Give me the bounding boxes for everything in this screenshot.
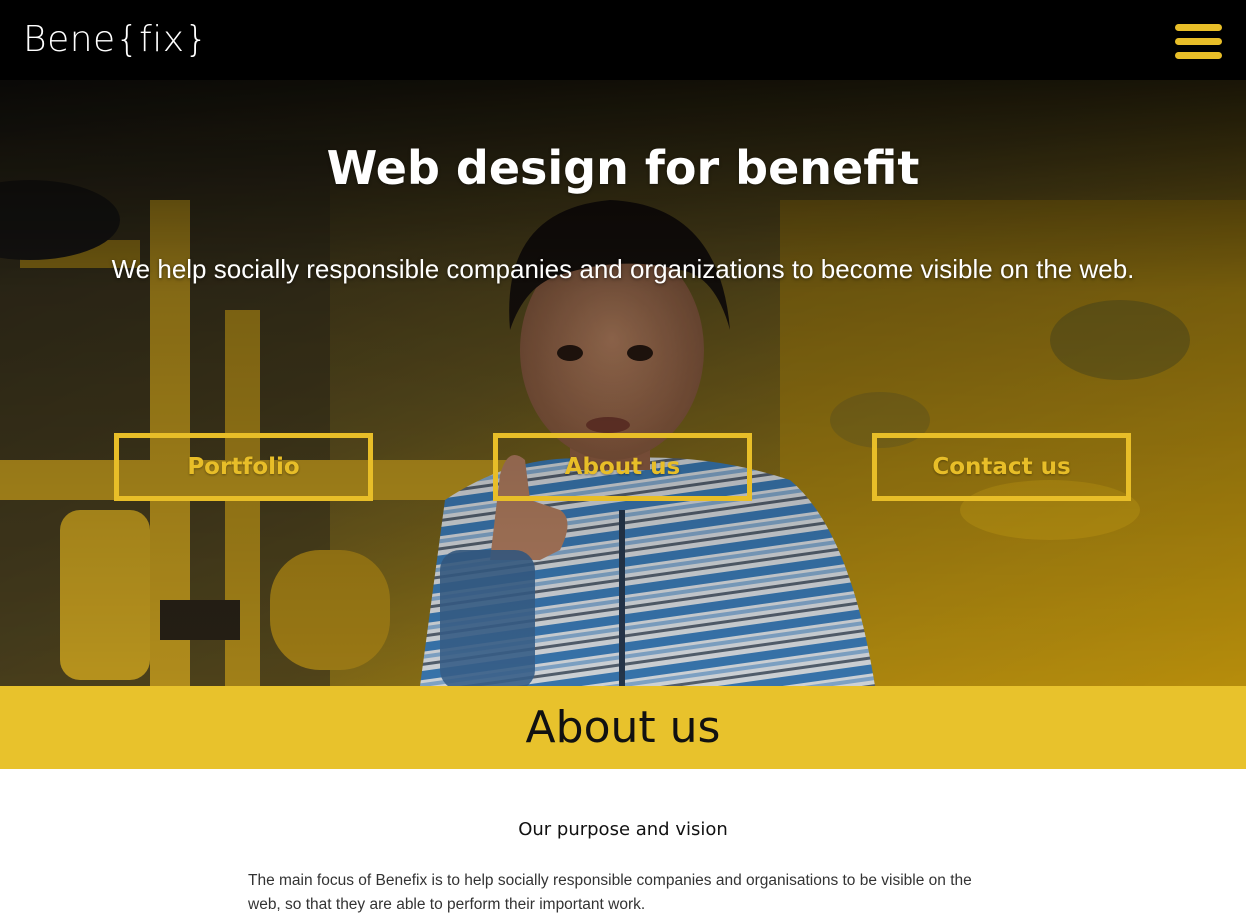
hamburger-bar [1175,24,1222,31]
about-section-header: About us [0,686,1246,769]
about-content: Our purpose and vision The main focus of… [0,769,1246,922]
contact-us-button[interactable]: Contact us [872,433,1131,501]
about-paragraph: The main focus of Benefix is to help soc… [248,872,972,913]
hamburger-menu-icon[interactable] [1175,24,1222,59]
hero-section: Web design for benefit We help socially … [0,80,1246,686]
site-header: Bene{fix} [0,0,1246,80]
site-logo[interactable]: Bene{fix} [23,16,208,64]
hamburger-bar [1175,52,1222,59]
hamburger-bar [1175,38,1222,45]
about-heading: About us [525,702,721,753]
about-us-button[interactable]: About us [493,433,752,501]
hero-title: Web design for benefit [326,141,920,195]
hero-subtitle: We help socially responsible companies a… [111,254,1135,284]
purpose-subheading: Our purpose and vision [518,819,728,840]
portfolio-button[interactable]: Portfolio [114,433,373,501]
